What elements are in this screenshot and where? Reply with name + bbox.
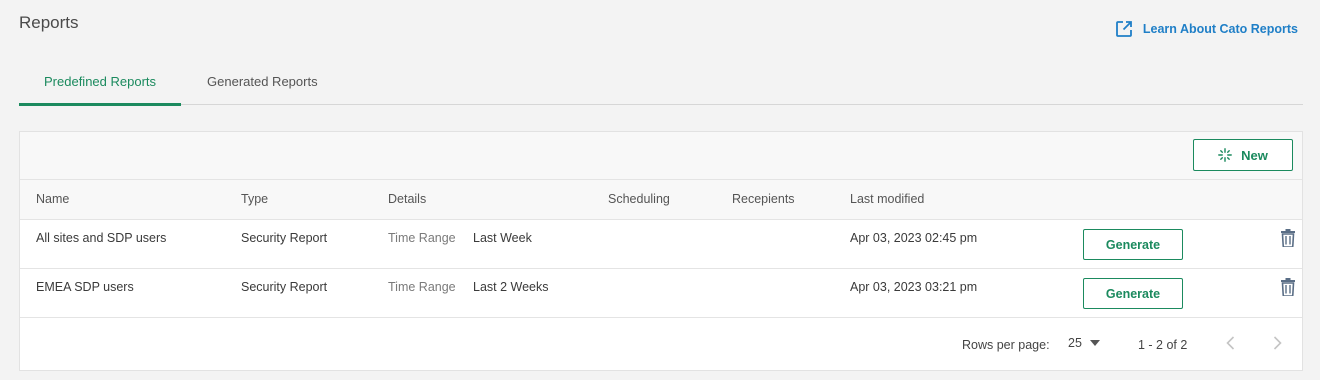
column-header-last-modified[interactable]: Last modified xyxy=(850,192,924,206)
trash-icon[interactable] xyxy=(1280,229,1296,247)
pagination-range: 1 - 2 of 2 xyxy=(1138,338,1188,352)
tab-generated-reports[interactable]: Generated Reports xyxy=(181,63,343,105)
tab-predefined-reports[interactable]: Predefined Reports xyxy=(19,63,182,106)
trash-icon[interactable] xyxy=(1280,278,1296,296)
rows-per-page-select[interactable]: 25 xyxy=(1068,336,1100,350)
generate-button[interactable]: Generate xyxy=(1083,278,1183,309)
caret-down-icon xyxy=(1089,340,1100,346)
rows-per-page-label: Rows per page: xyxy=(962,338,1050,352)
report-name: All sites and SDP users xyxy=(36,231,167,245)
generate-button[interactable]: Generate xyxy=(1083,229,1183,260)
report-type: Security Report xyxy=(241,231,328,245)
report-type: Security Report xyxy=(241,280,328,294)
column-header-scheduling[interactable]: Scheduling xyxy=(608,192,670,206)
details-key: Time Range xyxy=(388,231,456,245)
report-name: EMEA SDP users xyxy=(36,280,134,294)
table-toolbar: New xyxy=(20,132,1302,180)
column-header-name[interactable]: Name xyxy=(36,192,69,206)
learn-about-reports-link[interactable]: Learn About Cato Reports xyxy=(1115,20,1298,38)
table-row[interactable]: EMEA SDP users Security Report Time Rang… xyxy=(20,269,1302,318)
table-row[interactable]: All sites and SDP users Security Report … xyxy=(20,220,1302,269)
sparkle-icon xyxy=(1218,148,1233,162)
column-header-recipients[interactable]: Recepients xyxy=(732,192,795,206)
chevron-left-icon[interactable] xyxy=(1224,335,1238,351)
learn-link-label[interactable]: Learn About Cato Reports xyxy=(1143,22,1298,36)
details-key: Time Range xyxy=(388,280,456,294)
page-title: Reports xyxy=(19,13,79,32)
table-pagination: Rows per page: 25 1 - 2 of 2 xyxy=(20,318,1302,370)
table-header: Name Type Details Scheduling Recepients … xyxy=(20,180,1302,220)
rows-per-page-value: 25 xyxy=(1068,336,1082,350)
new-report-button[interactable]: New xyxy=(1193,139,1293,171)
column-header-details[interactable]: Details xyxy=(388,192,426,206)
external-link-icon xyxy=(1115,21,1132,37)
report-tabs: Predefined Reports Generated Reports xyxy=(19,63,1303,106)
chevron-right-icon[interactable] xyxy=(1270,335,1284,351)
report-last-modified: Apr 03, 2023 03:21 pm xyxy=(850,280,978,294)
new-button-label: New xyxy=(1241,147,1268,163)
details-value: Last Week xyxy=(473,231,532,245)
details-value: Last 2 Weeks xyxy=(473,280,549,294)
reports-panel: New Name Type Details Scheduling Recepie… xyxy=(19,131,1303,371)
column-header-type[interactable]: Type xyxy=(241,192,268,206)
report-last-modified: Apr 03, 2023 02:45 pm xyxy=(850,231,978,245)
